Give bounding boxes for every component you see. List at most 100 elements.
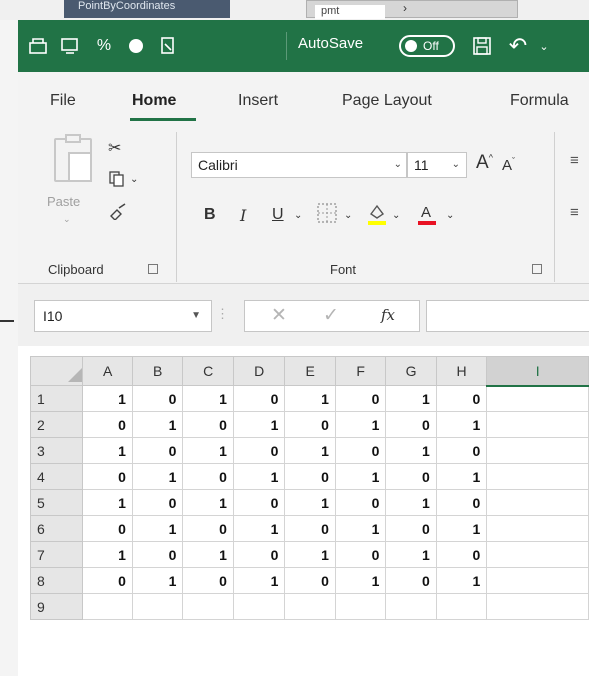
cell[interactable]: 1 — [232, 515, 286, 542]
cell[interactable]: 1 — [131, 567, 184, 594]
format-painter-icon[interactable] — [108, 202, 128, 225]
paste-icon[interactable] — [54, 134, 92, 182]
cell[interactable]: 0 — [182, 411, 234, 438]
cell[interactable]: 0 — [435, 437, 488, 464]
cell[interactable] — [486, 593, 589, 620]
cell[interactable]: 0 — [435, 541, 488, 568]
cell[interactable] — [486, 515, 589, 542]
cell[interactable] — [435, 593, 488, 620]
cell[interactable]: 0 — [284, 411, 336, 438]
copy-icon[interactable] — [108, 170, 126, 193]
cell[interactable] — [486, 567, 589, 594]
cell[interactable]: 0 — [131, 489, 184, 516]
paste-button[interactable]: Paste — [47, 194, 80, 209]
clipboard-launcher-icon[interactable] — [148, 264, 158, 274]
cell[interactable] — [486, 385, 589, 412]
cell[interactable]: 1 — [435, 567, 488, 594]
cell[interactable]: 0 — [232, 437, 286, 464]
tab-formulas[interactable]: Formula — [510, 92, 569, 110]
font-launcher-icon[interactable] — [532, 264, 542, 274]
cell[interactable]: 0 — [131, 437, 184, 464]
undo-dropdown-icon[interactable]: ⌄ — [532, 34, 556, 58]
cell[interactable]: 0 — [385, 567, 437, 594]
underline-button[interactable]: U — [272, 206, 284, 224]
save-icon[interactable] — [470, 34, 494, 58]
tab-file[interactable]: File — [50, 92, 76, 110]
select-all-corner[interactable] — [29, 356, 84, 386]
cell[interactable]: 0 — [334, 385, 387, 412]
cell[interactable]: 0 — [435, 385, 488, 412]
font-name-box[interactable]: Calibri ⌄ — [191, 152, 407, 178]
cell[interactable]: 0 — [284, 567, 336, 594]
cell[interactable]: 1 — [232, 411, 286, 438]
cell[interactable]: 0 — [182, 515, 234, 542]
grow-font-icon[interactable]: A^ — [476, 152, 493, 174]
cell[interactable]: 1 — [334, 515, 387, 542]
cell[interactable] — [182, 593, 234, 620]
open-icon[interactable] — [26, 34, 50, 58]
cell[interactable]: 1 — [182, 541, 234, 568]
cell[interactable]: 1 — [232, 567, 286, 594]
font-color-icon[interactable]: A — [416, 202, 438, 231]
cell[interactable]: 1 — [284, 437, 336, 464]
paste-dropdown-icon[interactable]: ⌄ — [63, 214, 71, 225]
column-header-f[interactable]: F — [334, 356, 387, 386]
cell[interactable]: 0 — [131, 541, 184, 568]
row-header[interactable]: 1 — [29, 385, 84, 412]
row-header[interactable]: 2 — [29, 411, 84, 438]
cell[interactable]: 1 — [182, 489, 234, 516]
cell[interactable]: 0 — [284, 463, 336, 490]
undo-icon[interactable]: ↶ — [506, 33, 530, 58]
column-header-h[interactable]: H — [435, 356, 488, 386]
formula-input[interactable] — [426, 300, 589, 332]
enter-icon[interactable]: ✓ — [323, 304, 339, 327]
cell[interactable]: 0 — [182, 463, 234, 490]
cell[interactable]: 0 — [232, 541, 286, 568]
cell[interactable]: 0 — [82, 515, 133, 542]
column-header-g[interactable]: G — [385, 356, 437, 386]
column-header-c[interactable]: C — [182, 356, 234, 386]
shrink-font-icon[interactable]: Aˇ — [502, 156, 515, 174]
tab-page-layout[interactable]: Page Layout — [342, 92, 432, 110]
cell[interactable] — [385, 593, 437, 620]
cell[interactable]: 0 — [82, 463, 133, 490]
cell[interactable] — [232, 593, 286, 620]
row-header[interactable]: 3 — [29, 437, 84, 464]
cell[interactable]: 1 — [385, 385, 437, 412]
name-box[interactable]: I10 ▼ — [34, 300, 212, 332]
cell[interactable]: 1 — [131, 515, 184, 542]
column-header-b[interactable]: B — [131, 356, 184, 386]
cell[interactable] — [82, 593, 133, 620]
cell[interactable]: 1 — [385, 437, 437, 464]
cell[interactable] — [131, 593, 184, 620]
copy-dropdown-icon[interactable]: ⌄ — [130, 174, 138, 185]
cell[interactable]: 0 — [334, 437, 387, 464]
cell[interactable]: 0 — [385, 515, 437, 542]
cell[interactable]: 0 — [182, 567, 234, 594]
copy-format-icon[interactable] — [156, 34, 180, 58]
cell[interactable]: 1 — [385, 541, 437, 568]
cell[interactable]: 0 — [232, 489, 286, 516]
cell[interactable]: 1 — [284, 541, 336, 568]
cell[interactable]: 1 — [82, 437, 133, 464]
cell[interactable]: 1 — [232, 463, 286, 490]
cell[interactable]: 1 — [182, 437, 234, 464]
italic-button[interactable]: I — [240, 206, 246, 225]
row-header[interactable]: 7 — [29, 541, 84, 568]
fill-color-dropdown-icon[interactable]: ⌄ — [392, 210, 400, 221]
cell[interactable]: 0 — [334, 489, 387, 516]
cell[interactable]: 1 — [82, 489, 133, 516]
align-left-icon[interactable]: ≡ — [570, 204, 579, 221]
underline-dropdown-icon[interactable]: ⌄ — [294, 210, 302, 221]
row-header[interactable]: 4 — [29, 463, 84, 490]
cell[interactable]: 0 — [334, 541, 387, 568]
row-header[interactable]: 6 — [29, 515, 84, 542]
cell[interactable]: 1 — [385, 489, 437, 516]
cell[interactable] — [284, 593, 336, 620]
formula-bar-grip[interactable]: ⋮ — [216, 306, 229, 322]
font-color-dropdown-icon[interactable]: ⌄ — [446, 210, 454, 221]
cell[interactable]: 1 — [435, 463, 488, 490]
cell[interactable] — [486, 463, 589, 490]
cancel-icon[interactable]: ✕ — [271, 304, 287, 327]
cell[interactable]: 1 — [284, 385, 336, 412]
